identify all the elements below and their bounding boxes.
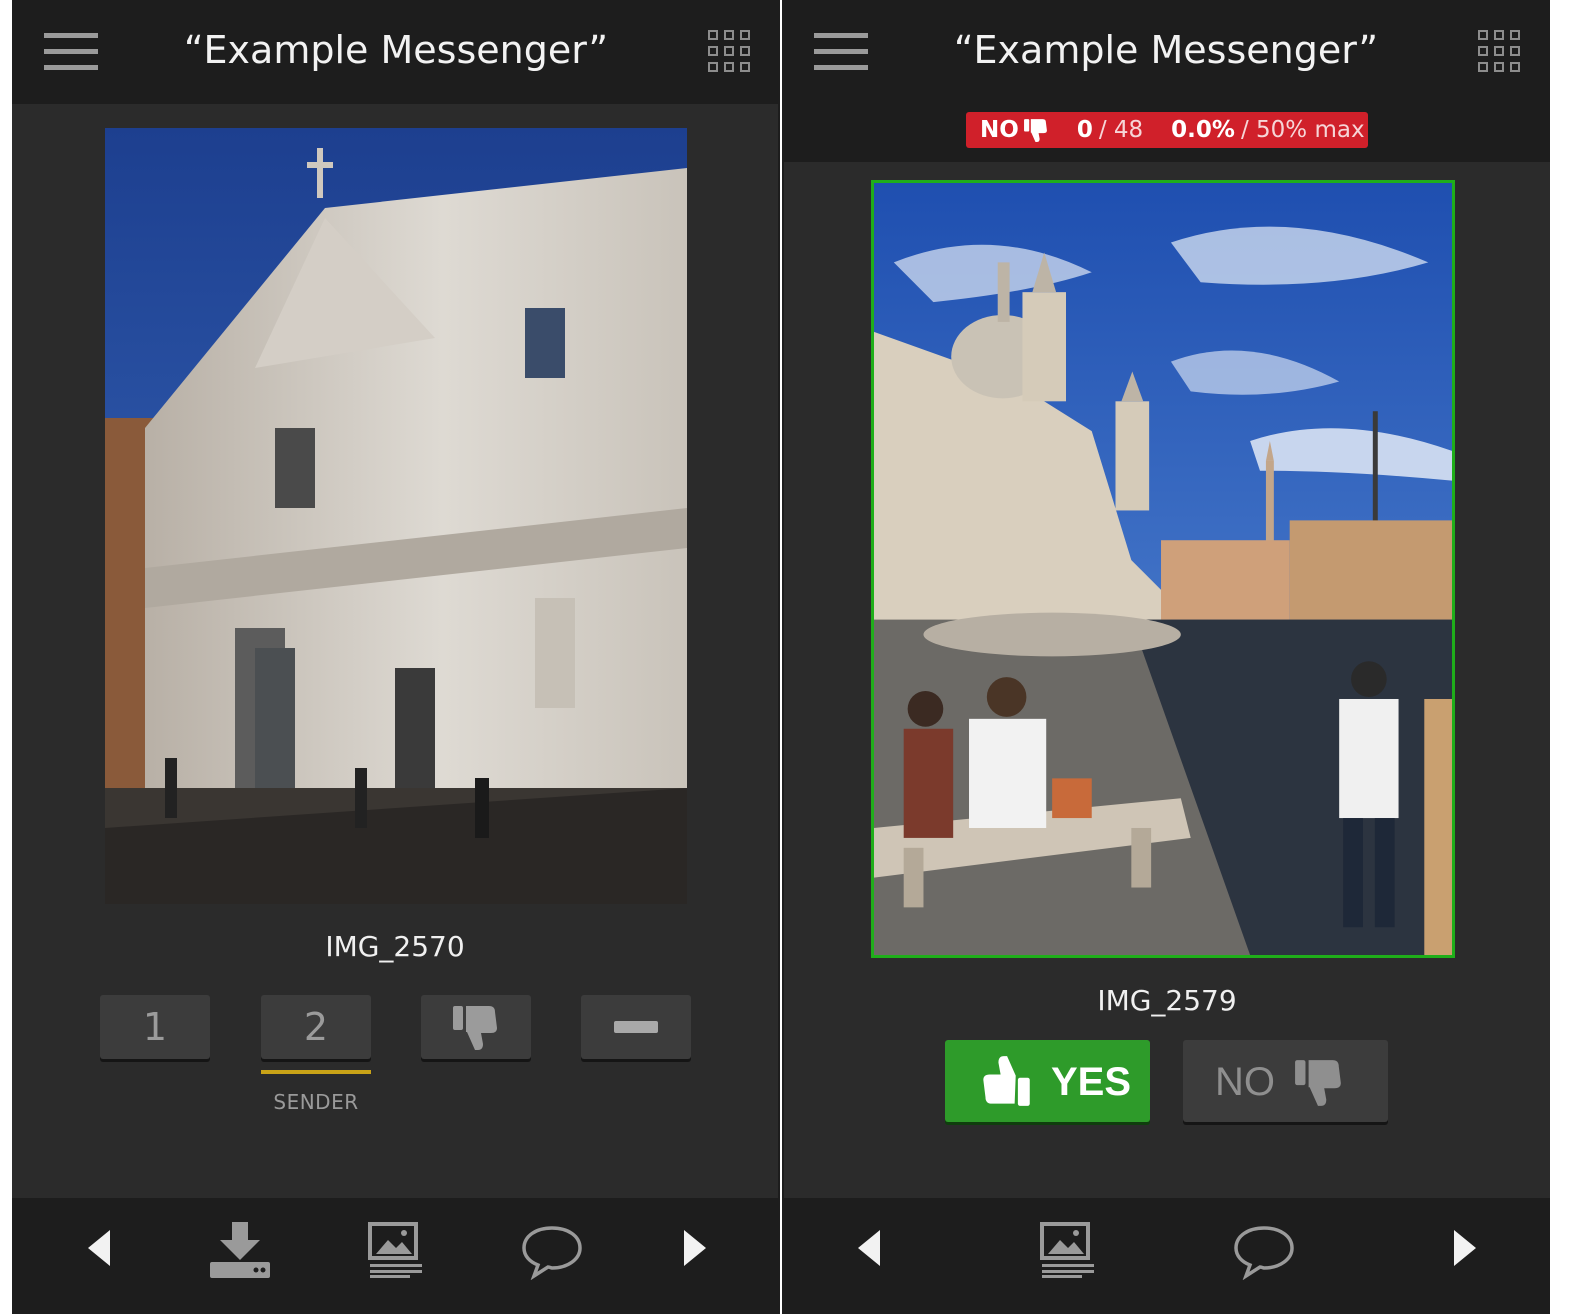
vote-status: NO [980, 117, 1019, 143]
thumbs-down-icon [1295, 1060, 1341, 1106]
gallery-icon[interactable] [368, 1222, 424, 1278]
photo-filename: IMG_2570 [325, 930, 465, 963]
photo-filename: IMG_2579 [1097, 984, 1237, 1017]
sender-label: SENDER [273, 1090, 359, 1114]
photo-church[interactable] [105, 128, 687, 904]
gallery-icon[interactable] [1040, 1222, 1096, 1278]
no-label: NO [1215, 1060, 1275, 1104]
left-phone-screen: “Example Messenger” IMG_2570 1 2 SENDER [12, 0, 780, 1314]
selected-indicator [261, 1070, 371, 1074]
minus-icon [614, 1021, 658, 1033]
chat-bubble-icon[interactable] [520, 1224, 584, 1280]
photo-piazza[interactable] [871, 180, 1455, 958]
bottom-toolbar [12, 1200, 780, 1314]
thumbs-down-icon [1023, 119, 1047, 142]
download-icon[interactable] [210, 1222, 270, 1278]
reject-button[interactable] [581, 995, 691, 1059]
thumbs-down-button[interactable] [421, 995, 531, 1059]
grid-view-icon[interactable] [708, 30, 750, 72]
menu-icon[interactable] [44, 33, 98, 71]
vote-total: / 48 [1098, 117, 1144, 143]
no-button[interactable]: NO [1183, 1040, 1388, 1122]
right-phone-screen: “Example Messenger” NO 0 / 48 0.0% / 50%… [782, 0, 1550, 1314]
app-header: “Example Messenger” [782, 0, 1550, 100]
vote-count: 0 [1076, 117, 1093, 143]
menu-icon[interactable] [814, 33, 868, 71]
arrow-left-icon[interactable] [88, 1230, 110, 1266]
page-title: “Example Messenger” [953, 28, 1379, 72]
arrow-right-icon[interactable] [1454, 1230, 1476, 1266]
chat-bubble-icon[interactable] [1232, 1224, 1296, 1280]
vote-stats-badge: NO 0 / 48 0.0% / 50% max [966, 112, 1368, 148]
grid-view-icon[interactable] [1478, 30, 1520, 72]
vote-max: / 50% max [1240, 117, 1365, 143]
thumbs-up-icon [983, 1056, 1030, 1106]
yes-button[interactable]: YES [945, 1040, 1150, 1122]
photo-panel: IMG_2579 [784, 162, 1550, 1198]
app-header: “Example Messenger” [12, 0, 780, 100]
page-title: “Example Messenger” [183, 28, 609, 72]
arrow-left-icon[interactable] [858, 1230, 880, 1266]
arrow-right-icon[interactable] [684, 1230, 706, 1266]
photo-panel: IMG_2570 1 2 SENDER [12, 104, 778, 1198]
vote-percent: 0.0% [1171, 117, 1235, 143]
rating-button-1[interactable]: 1 [100, 995, 210, 1059]
yes-label: YES [1051, 1060, 1132, 1104]
thumbs-down-icon [453, 1006, 497, 1050]
rating-button-2[interactable]: 2 [261, 995, 371, 1059]
bottom-toolbar [782, 1200, 1550, 1314]
